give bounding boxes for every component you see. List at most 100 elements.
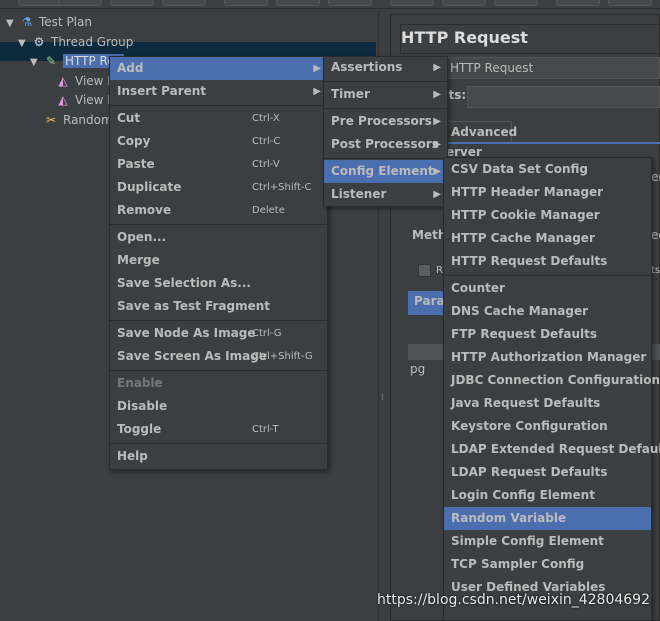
menu-item-http-cache-manager[interactable]: HTTP Cache Manager: [444, 227, 651, 250]
menu-item-label: CSV Data Set Config: [451, 162, 588, 176]
table-cell: pg: [410, 362, 426, 376]
menu-item-simple-config-element[interactable]: Simple Config Element: [444, 530, 651, 553]
toolbar-button[interactable]: [608, 0, 652, 6]
shortcut-label: Ctrl+Shift-C: [252, 182, 312, 193]
submenu-arrow-icon: ▶: [433, 139, 441, 150]
toolbar-button[interactable]: [276, 0, 320, 6]
toolbar-button[interactable]: [110, 0, 154, 6]
watermark: https://blog.csdn.net/weixin_42804692: [376, 592, 650, 608]
toolbar-button[interactable]: [58, 0, 102, 6]
menu-item-dns-cache-manager[interactable]: DNS Cache Manager: [444, 300, 651, 323]
menu-separator: [324, 158, 447, 159]
tab-parameters[interactable]: Paran: [408, 291, 453, 315]
submenu-arrow-icon: ▶: [433, 62, 441, 73]
menu-item-paste[interactable]: Paste Ctrl-V: [110, 153, 327, 176]
comments-field[interactable]: [467, 86, 660, 108]
menu-item-random-variable[interactable]: Random Variable: [444, 507, 651, 530]
menu-item-counter[interactable]: Counter: [444, 277, 651, 300]
menu-item-config-element[interactable]: Config Element ▶: [324, 160, 447, 183]
shortcut-label: Ctrl-G: [252, 328, 282, 339]
menu-separator: [324, 81, 447, 82]
clipped-text: er: [651, 170, 660, 184]
tree-node[interactable]: ▼ ⚙ Thread Group: [18, 32, 133, 52]
menu-item-label: Duplicate: [117, 180, 182, 194]
menu-item-listener[interactable]: Listener ▶: [324, 183, 447, 206]
shortcut-label: Ctrl-V: [252, 159, 280, 170]
listener-icon: ◭: [58, 73, 68, 88]
menu-item-label: HTTP Authorization Manager: [451, 350, 647, 364]
menu-item-save-as-test-fragment[interactable]: Save as Test Fragment: [110, 295, 327, 318]
redirect-checkbox[interactable]: [418, 264, 431, 277]
menu-item-duplicate[interactable]: Duplicate Ctrl+Shift-C: [110, 176, 327, 199]
menu-item-timer[interactable]: Timer ▶: [324, 83, 447, 106]
menu-item-tcp-sampler-config[interactable]: TCP Sampler Config: [444, 553, 651, 576]
shortcut-label: Delete: [252, 205, 285, 216]
menu-item-login-config-element[interactable]: Login Config Element: [444, 484, 651, 507]
menu-item-csv-data-set-config[interactable]: CSV Data Set Config: [444, 158, 651, 181]
menu-item-jdbc-connection-configuration[interactable]: JDBC Connection Configuration: [444, 369, 660, 392]
expand-toggle-icon[interactable]: ▼: [30, 53, 42, 73]
toolbar: [0, 0, 660, 9]
menu-item-insert-parent[interactable]: Insert Parent ▶: [110, 80, 327, 103]
menu-item-label: LDAP Request Defaults: [451, 465, 608, 479]
menu-item-http-cookie-manager[interactable]: HTTP Cookie Manager: [444, 204, 651, 227]
toolbar-button[interactable]: [162, 0, 206, 6]
toolbar-button[interactable]: [18, 0, 62, 6]
menu-item-copy[interactable]: Copy Ctrl-C: [110, 130, 327, 153]
menu-item-http-request-defaults[interactable]: HTTP Request Defaults: [444, 250, 651, 273]
menu-item-ldap-extended-request-defaults[interactable]: LDAP Extended Request Defaults: [444, 438, 660, 461]
menu-item-java-request-defaults[interactable]: Java Request Defaults: [444, 392, 651, 415]
divider-grip-icon[interactable]: ⁞: [381, 393, 384, 403]
menu-item-ldap-request-defaults[interactable]: LDAP Request Defaults: [444, 461, 651, 484]
menu-item-remove[interactable]: Remove Delete: [110, 199, 327, 222]
menu-item-enable[interactable]: Enable: [110, 372, 327, 395]
expand-toggle-icon[interactable]: ▼: [6, 14, 18, 34]
menu-item-add[interactable]: Add ▶: [110, 57, 327, 80]
shortcut-label: Ctrl-X: [252, 113, 280, 124]
menu-item-disable[interactable]: Disable: [110, 395, 327, 418]
checkbox-label: R: [436, 265, 443, 276]
menu-item-label: Keystore Configuration: [451, 419, 608, 433]
menu-item-label: Cut: [117, 111, 141, 125]
menu-item-toggle[interactable]: Toggle Ctrl-T: [110, 418, 327, 441]
tree-node-label: Thread Group: [51, 34, 134, 49]
toolbar-button[interactable]: [390, 0, 434, 6]
menu-item-post-processors[interactable]: Post Processors ▶: [324, 133, 447, 156]
menu-item-assertions[interactable]: Assertions ▶: [324, 56, 447, 79]
expand-toggle-icon[interactable]: ▼: [18, 34, 30, 54]
tab-advanced[interactable]: Advanced: [446, 121, 517, 142]
menu-item-label: Merge: [117, 253, 160, 267]
menu-item-label: Save as Test Fragment: [117, 299, 271, 313]
menu-item-keystore-configuration[interactable]: Keystore Configuration: [444, 415, 651, 438]
menu-item-pre-processors[interactable]: Pre Processors ▶: [324, 110, 447, 133]
menu-item-ftp-request-defaults[interactable]: FTP Request Defaults: [444, 323, 651, 346]
menu-item-http-authorization-manager[interactable]: HTTP Authorization Manager: [444, 346, 651, 369]
menu-item-label: HTTP Cookie Manager: [451, 208, 600, 222]
menu-item-save-node-as-image[interactable]: Save Node As Image Ctrl-G: [110, 322, 327, 345]
menu-separator: [110, 224, 327, 225]
tree-node[interactable]: ▼ ⚗ Test Plan: [6, 12, 92, 32]
tree-node-label: Test Plan: [39, 15, 92, 29]
menu-separator: [444, 275, 651, 276]
menu-item-help[interactable]: Help: [110, 445, 327, 468]
menu-item-open[interactable]: Open...: [110, 226, 327, 249]
menu-item-http-header-manager[interactable]: HTTP Header Manager: [444, 181, 651, 204]
name-field[interactable]: HTTP Request: [446, 57, 660, 79]
menu-item-cut[interactable]: Cut Ctrl-X: [110, 107, 327, 130]
menu-item-save-selection-as[interactable]: Save Selection As...: [110, 272, 327, 295]
menu-item-merge[interactable]: Merge: [110, 249, 327, 272]
menu-item-label: Counter: [451, 281, 505, 295]
flask-icon: ⚗: [21, 15, 33, 29]
menu-item-label: Listener: [331, 187, 387, 201]
toolbar-button[interactable]: [494, 0, 538, 6]
submenu-arrow-icon: ▶: [433, 116, 441, 127]
toolbar-button[interactable]: [556, 0, 600, 6]
config-element-submenu: CSV Data Set Config HTTP Header Manager HT…: [443, 157, 660, 621]
toolbar-button[interactable]: [224, 0, 268, 6]
menu-item-label: Timer: [331, 87, 370, 101]
shortcut-label: Ctrl-T: [252, 424, 279, 435]
toolbar-button[interactable]: [442, 0, 486, 6]
toolbar-button[interactable]: [328, 0, 372, 6]
menu-item-label: Disable: [117, 399, 168, 413]
menu-item-save-screen-as-image[interactable]: Save Screen As Image Ctrl+Shift-G: [110, 345, 327, 368]
